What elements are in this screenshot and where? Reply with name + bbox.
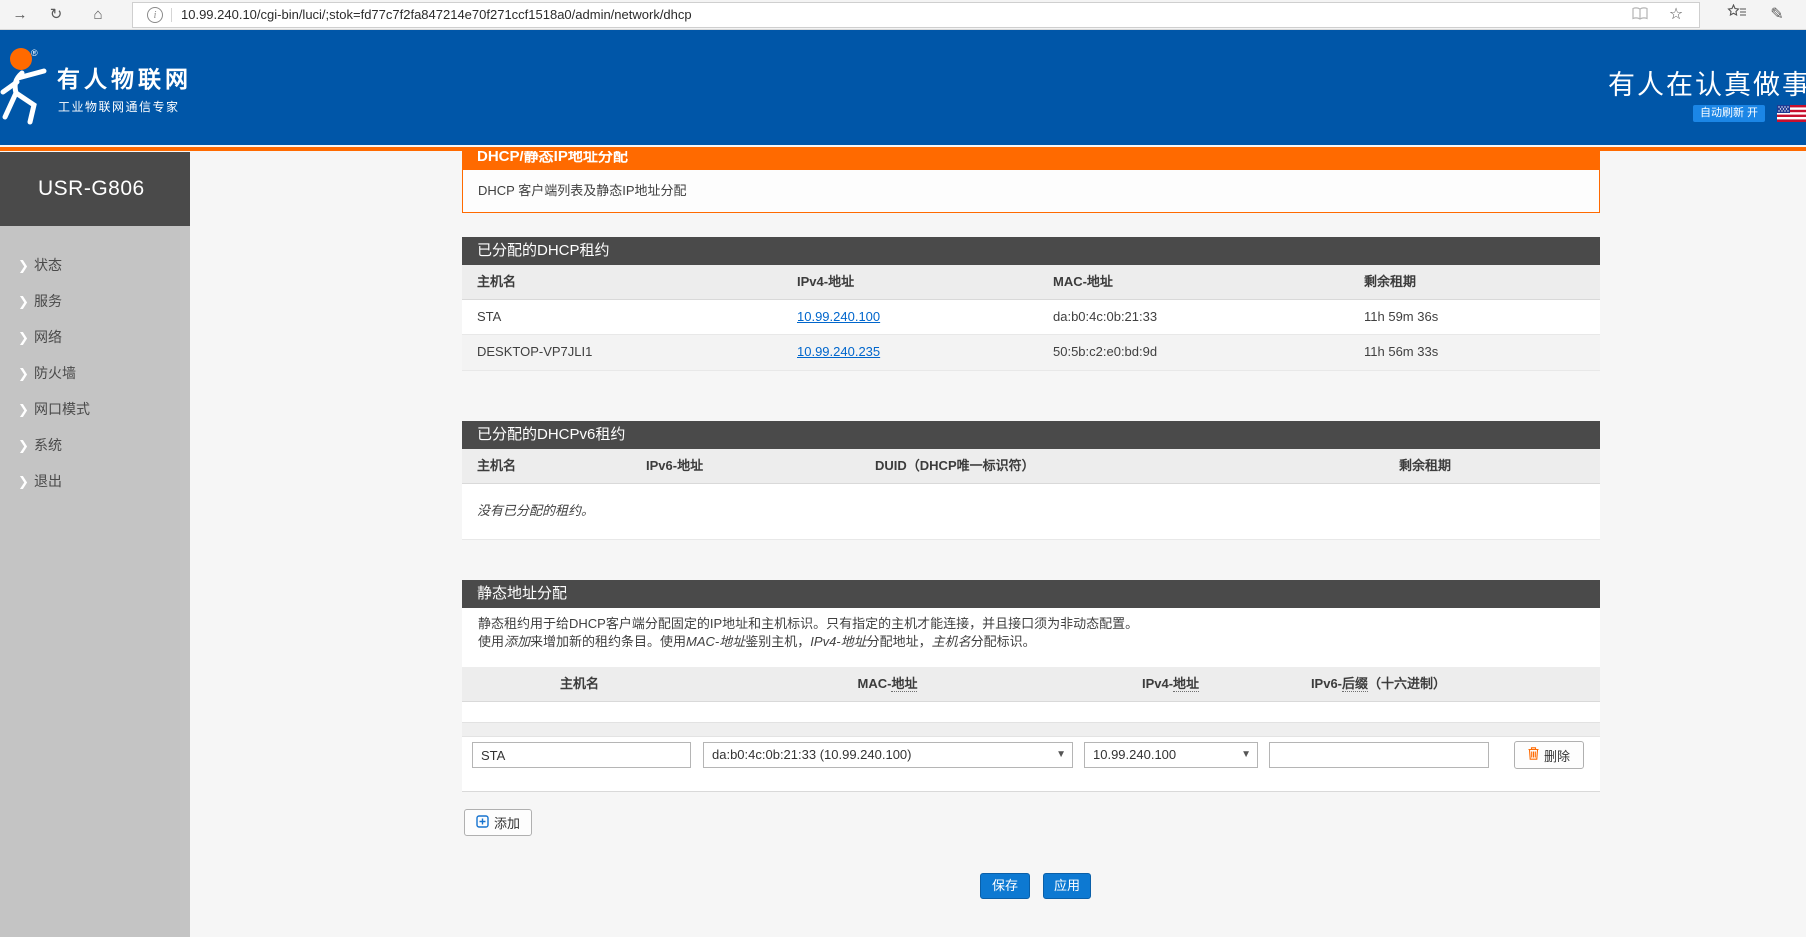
col-hostname: 主机名 bbox=[462, 265, 782, 299]
trash-icon bbox=[1528, 747, 1539, 763]
favorites-list-icon[interactable] bbox=[1725, 4, 1749, 26]
chevron-right-icon: ❯ bbox=[18, 284, 34, 320]
chevron-right-icon: ❯ bbox=[18, 248, 34, 284]
cell-mac: 50:5b:c2:e0:bd:9d bbox=[1038, 335, 1349, 370]
dhcpv6-leases-title: 已分配的DHCPv6租约 bbox=[462, 421, 1600, 449]
sidebar-item-logout[interactable]: ❯退出 bbox=[0, 463, 190, 499]
page-subtitle-box: DHCP 客户端列表及静态IP地址分配 bbox=[462, 170, 1600, 213]
device-model: USR-G806 bbox=[38, 177, 145, 201]
chevron-down-icon: ▼ bbox=[1056, 743, 1066, 767]
brand-subtitle: 工业物联网通信专家 bbox=[58, 98, 180, 115]
dhcpv6-leases-header-row: 主机名 IPv6-地址 DUID（DHCP唯一标识符） 剩余租期 bbox=[462, 449, 1600, 484]
screen: → ↻ ⌂ i 10.99.240.10/cgi-bin/luci/;stok=… bbox=[0, 0, 1806, 937]
col-ipv6-suffix: IPv6-后缀（十六进制） bbox=[1263, 667, 1494, 701]
ipv4-link[interactable]: 10.99.240.235 bbox=[797, 344, 880, 359]
empty-leases-text: 没有已分配的租约。 bbox=[462, 484, 1600, 519]
web-note-icon[interactable]: ✎ bbox=[1765, 4, 1789, 26]
sidebar-menu: ❯状态 ❯服务 ❯网络 ❯防火墙 ❯网口模式 ❯系统 ❯退出 bbox=[0, 226, 190, 937]
delete-label: 删除 bbox=[1544, 746, 1570, 765]
chevron-down-icon: ▼ bbox=[1241, 743, 1251, 767]
url-text[interactable]: 10.99.240.10/cgi-bin/luci/;stok=fd77c7f2… bbox=[181, 3, 692, 27]
cell-lease: 11h 56m 33s bbox=[1349, 335, 1600, 370]
static-leases-title: 静态地址分配 bbox=[462, 580, 1600, 608]
chevron-right-icon: ❯ bbox=[18, 392, 34, 428]
page-title-bar: DHCP/静态IP地址分配 bbox=[462, 151, 1600, 170]
col-ipv6: IPv6-地址 bbox=[631, 449, 860, 483]
static-leases-description: 静态租约用于给DHCP客户端分配固定的IP地址和主机标识。只有指定的主机才能连接… bbox=[462, 608, 1600, 667]
col-mac: MAC-地址 bbox=[1038, 265, 1349, 299]
static-leases-section: 静态地址分配 静态租约用于给DHCP客户端分配固定的IP地址和主机标识。只有指定… bbox=[462, 580, 1600, 792]
table-row: STA 10.99.240.100 da:b0:4c:0b:21:33 11h … bbox=[462, 300, 1600, 335]
header-slogan: 有人在认真做事 bbox=[1608, 63, 1806, 102]
browser-toolbar: → ↻ ⌂ i 10.99.240.10/cgi-bin/luci/;stok=… bbox=[0, 0, 1806, 30]
empty-leases-row: 没有已分配的租约。 bbox=[462, 484, 1600, 540]
divider bbox=[171, 8, 172, 22]
col-actions bbox=[1494, 667, 1600, 701]
auto-refresh-toggle[interactable]: 自动刷新 开 bbox=[1693, 105, 1765, 122]
sidebar-item-system[interactable]: ❯系统 bbox=[0, 427, 190, 463]
col-ipv4: IPv4-地址 bbox=[782, 265, 1038, 299]
mac-select[interactable]: da:b0:4c:0b:21:33 (10.99.240.100) ▼ bbox=[703, 742, 1073, 768]
sidebar-item-services[interactable]: ❯服务 bbox=[0, 283, 190, 319]
chevron-right-icon: ❯ bbox=[18, 356, 34, 392]
home-icon[interactable]: ⌂ bbox=[86, 4, 110, 26]
cell-hostname: STA bbox=[462, 300, 782, 334]
site-header: ® 有人物联网 工业物联网通信专家 有人在认真做事 自动刷新 开 bbox=[0, 30, 1806, 145]
favorite-star-icon[interactable]: ☆ bbox=[1665, 5, 1687, 25]
registered-mark: ® bbox=[31, 48, 38, 58]
cell-ipv4: 10.99.240.235 bbox=[782, 335, 1038, 370]
col-mac: MAC-地址 bbox=[697, 667, 1078, 701]
col-duid: DUID（DHCP唯一标识符） bbox=[860, 449, 1384, 483]
chevron-right-icon: ❯ bbox=[18, 464, 34, 500]
device-model-panel: USR-G806 bbox=[0, 152, 190, 226]
save-button[interactable]: 保存 bbox=[980, 873, 1030, 899]
description-line1: 静态租约用于给DHCP客户端分配固定的IP地址和主机标识。只有指定的主机才能连接… bbox=[478, 615, 1600, 633]
sidebar-item-firewall[interactable]: ❯防火墙 bbox=[0, 355, 190, 391]
add-button[interactable]: 添加 bbox=[464, 809, 532, 836]
description-line2: 使用添加来增加新的租约条目。使用MAC-地址鉴别主机，IPv4-地址分配地址，主… bbox=[478, 633, 1600, 651]
dhcpv6-leases-section: 已分配的DHCPv6租约 主机名 IPv6-地址 DUID（DHCP唯一标识符）… bbox=[462, 421, 1600, 540]
add-label: 添加 bbox=[494, 813, 520, 832]
static-lease-entry-row: da:b0:4c:0b:21:33 (10.99.240.100) ▼ 10.9… bbox=[462, 737, 1600, 792]
sidebar-item-network[interactable]: ❯网络 bbox=[0, 319, 190, 355]
col-ipv4: IPv4-地址 bbox=[1078, 667, 1263, 701]
brand-title: 有人物联网 bbox=[57, 60, 192, 94]
static-leases-divider-row bbox=[462, 723, 1600, 737]
ipv4-select[interactable]: 10.99.240.100 ▼ bbox=[1084, 742, 1258, 768]
static-leases-header-row: 主机名 MAC-地址 IPv4-地址 IPv6-后缀（十六进制） bbox=[462, 667, 1600, 702]
chevron-right-icon: ❯ bbox=[18, 320, 34, 356]
chevron-right-icon: ❯ bbox=[18, 428, 34, 464]
reading-view-icon[interactable] bbox=[1629, 5, 1651, 25]
cell-mac: da:b0:4c:0b:21:33 bbox=[1038, 300, 1349, 334]
us-flag-icon[interactable] bbox=[1777, 105, 1806, 127]
ipv6-suffix-input[interactable] bbox=[1269, 742, 1489, 768]
delete-button[interactable]: 删除 bbox=[1514, 741, 1584, 769]
static-leases-spacer-row bbox=[462, 702, 1600, 723]
page-subtitle: DHCP 客户端列表及静态IP地址分配 bbox=[463, 170, 1599, 211]
site-info-icon[interactable]: i bbox=[147, 7, 163, 23]
table-row: DESKTOP-VP7JLI1 10.99.240.235 50:5b:c2:e… bbox=[462, 335, 1600, 371]
forward-icon[interactable]: → bbox=[8, 4, 32, 26]
page-title: DHCP/静态IP地址分配 bbox=[462, 151, 1600, 170]
dhcp-leases-header-row: 主机名 IPv4-地址 MAC-地址 剩余租期 bbox=[462, 265, 1600, 300]
sidebar-item-port-mode[interactable]: ❯网口模式 bbox=[0, 391, 190, 427]
refresh-icon[interactable]: ↻ bbox=[44, 4, 68, 26]
address-bar[interactable]: i 10.99.240.10/cgi-bin/luci/;stok=fd77c7… bbox=[132, 2, 1700, 28]
dhcp-leases-section: 已分配的DHCP租约 主机名 IPv4-地址 MAC-地址 剩余租期 STA 1… bbox=[462, 237, 1600, 371]
col-hostname: 主机名 bbox=[462, 667, 697, 701]
col-hostname: 主机名 bbox=[462, 449, 631, 483]
cell-lease: 11h 59m 36s bbox=[1349, 300, 1600, 334]
sidebar-item-status[interactable]: ❯状态 bbox=[0, 247, 190, 283]
ipv4-link[interactable]: 10.99.240.100 bbox=[797, 309, 880, 324]
col-lease: 剩余租期 bbox=[1384, 449, 1600, 483]
cell-hostname: DESKTOP-VP7JLI1 bbox=[462, 335, 782, 370]
hostname-input[interactable] bbox=[472, 742, 691, 768]
dhcp-leases-title: 已分配的DHCP租约 bbox=[462, 237, 1600, 265]
apply-button[interactable]: 应用 bbox=[1043, 873, 1091, 899]
col-lease: 剩余租期 bbox=[1349, 265, 1600, 299]
add-icon bbox=[476, 815, 489, 831]
cell-ipv4: 10.99.240.100 bbox=[782, 300, 1038, 334]
